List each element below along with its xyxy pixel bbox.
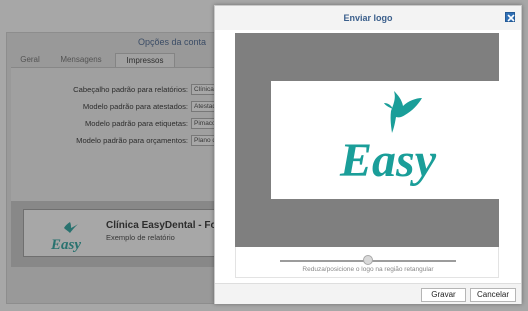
easy-logo: Easy bbox=[339, 91, 437, 187]
dialog-title: Enviar logo bbox=[343, 13, 393, 23]
cancel-button[interactable]: Cancelar bbox=[470, 288, 516, 302]
upload-logo-dialog: Enviar logo Easy Reduza/posicione o logo… bbox=[214, 5, 522, 304]
slider-hint: Reduza/posicione o logo na região retang… bbox=[302, 266, 434, 273]
logo-crop-area[interactable]: Easy bbox=[235, 33, 506, 247]
zoom-slider-area: Reduza/posicione o logo na região retang… bbox=[235, 247, 499, 278]
logo-image[interactable]: Easy bbox=[271, 81, 506, 199]
bird-icon bbox=[384, 91, 422, 133]
dialog-footer: Gravar Cancelar bbox=[215, 283, 521, 304]
zoom-slider-handle[interactable] bbox=[363, 255, 373, 265]
save-button[interactable]: Gravar bbox=[421, 288, 466, 302]
dialog-header: Enviar logo bbox=[215, 6, 521, 30]
easy-logo-text: Easy bbox=[339, 134, 437, 187]
close-icon[interactable] bbox=[505, 12, 515, 22]
